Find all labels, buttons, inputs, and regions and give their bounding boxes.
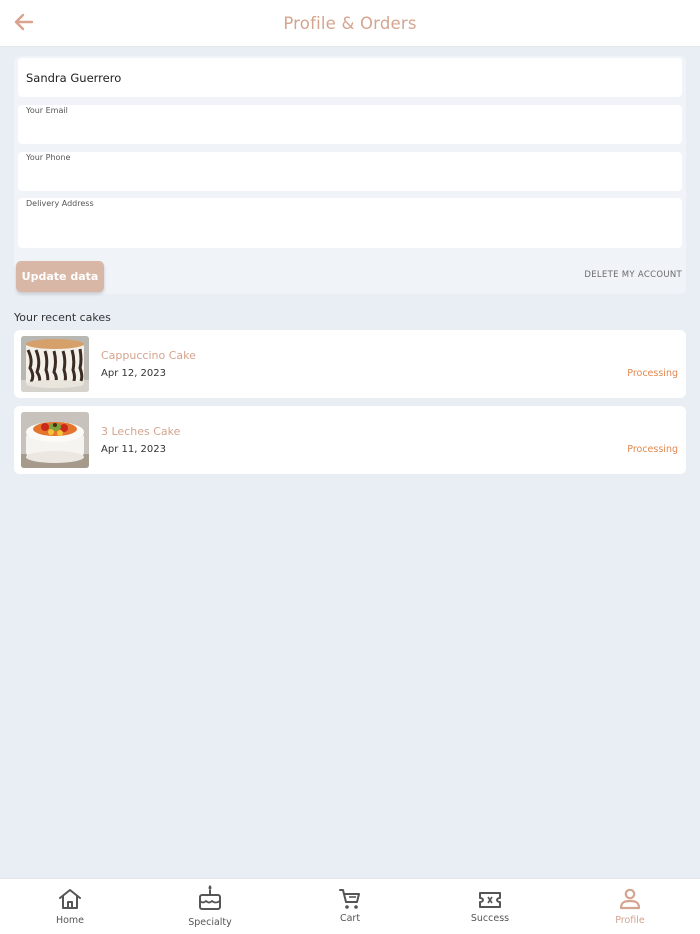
nav-label: Cart (339, 913, 361, 924)
nav-specialty[interactable]: Specialty (140, 879, 280, 934)
order-item[interactable]: 3 Leches Cake Apr 11, 2023 Processing (14, 406, 686, 474)
app-header: Profile & Orders (0, 0, 700, 47)
nav-success[interactable]: Success (420, 879, 560, 934)
home-icon (57, 887, 83, 915)
nav-label: Success (470, 913, 510, 924)
nav-label: Profile (615, 915, 645, 926)
cake-name: 3 Leches Cake (101, 425, 181, 438)
phone-label: Your Phone (26, 153, 71, 162)
order-item[interactable]: Cappuccino Cake Apr 12, 2023 Processing (14, 330, 686, 398)
nav-home[interactable]: Home (0, 879, 140, 934)
address-input[interactable] (26, 220, 674, 244)
back-button[interactable] (10, 10, 38, 38)
update-data-button[interactable]: Update data (16, 261, 104, 292)
cart-icon (338, 887, 362, 915)
order-status: Processing (627, 368, 678, 379)
cappuccino-cake-photo (21, 336, 89, 392)
nav-cart[interactable]: Cart (280, 879, 420, 934)
delete-account-link[interactable]: DELETE MY ACCOUNT (584, 270, 682, 280)
arrow-left-icon (14, 13, 34, 35)
address-label: Delivery Address (26, 199, 94, 208)
phone-field: Your Phone (18, 152, 682, 191)
order-date: Apr 11, 2023 (101, 444, 167, 455)
address-field: Delivery Address (18, 198, 682, 248)
bottom-nav: Home Specialty Cart Success Profile (0, 878, 700, 934)
email-label: Your Email (26, 106, 68, 115)
nav-label: Home (55, 915, 85, 926)
ticket-icon (478, 890, 502, 914)
cake-icon (197, 884, 223, 916)
nav-label: Specialty (188, 917, 232, 928)
order-date: Apr 12, 2023 (101, 368, 167, 379)
cake-name: Cappuccino Cake (101, 349, 196, 362)
page-title: Profile & Orders (283, 13, 417, 33)
email-input[interactable] (26, 116, 674, 140)
recent-cakes-heading: Your recent cakes (14, 311, 111, 324)
tres-leches-cake-photo (21, 412, 89, 468)
email-field: Your Email (18, 105, 682, 144)
phone-input[interactable] (26, 163, 674, 187)
nav-profile[interactable]: Profile (560, 879, 700, 934)
name-field (18, 58, 682, 97)
person-icon (618, 887, 642, 915)
name-input[interactable] (26, 66, 674, 90)
profile-form: Your Email Your Phone Delivery Address U… (14, 56, 686, 294)
order-status: Processing (627, 444, 678, 455)
